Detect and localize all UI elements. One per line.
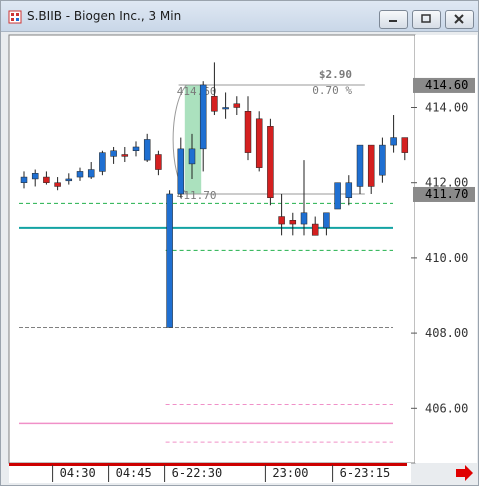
candle-down[interactable] [367, 144, 375, 187]
candle-down[interactable] [267, 126, 274, 198]
candle-up[interactable] [99, 152, 106, 172]
candle-down[interactable] [244, 111, 252, 153]
candle-down[interactable] [155, 154, 162, 170]
candle-down[interactable] [278, 216, 285, 225]
current-price-label: 414.60 [425, 78, 468, 92]
time-tick-label: 04:30 [60, 466, 96, 480]
candle-down[interactable] [289, 220, 297, 225]
candle-up[interactable] [345, 182, 353, 198]
candle-up[interactable] [20, 176, 28, 183]
candle-down[interactable] [43, 176, 50, 183]
price-axis-panel [415, 35, 477, 463]
candle-up[interactable] [31, 173, 39, 180]
candle-down[interactable] [121, 154, 129, 157]
time-tick-label: 04:45 [116, 466, 152, 480]
candle-up[interactable] [65, 178, 73, 182]
candle-up[interactable] [143, 139, 151, 161]
candle-down[interactable] [211, 95, 218, 112]
candle-up[interactable] [222, 107, 229, 110]
candle-down[interactable] [233, 103, 241, 108]
candle-down[interactable] [401, 137, 409, 153]
candle-up[interactable] [188, 148, 196, 165]
candle-up[interactable] [323, 212, 330, 229]
candle-up[interactable] [110, 150, 117, 157]
price-chart[interactable]: 414.60411.70$2.900.70 % 414.00412.00410.… [1, 1, 478, 485]
candle-up[interactable] [166, 193, 173, 328]
time-tick-label: 6-22:30 [172, 466, 223, 480]
candle-up[interactable] [132, 146, 140, 151]
candle-up[interactable] [177, 148, 185, 195]
candle-down[interactable] [54, 182, 61, 187]
highlight-price-label: 411.70 [425, 187, 468, 201]
candle-down[interactable] [311, 223, 319, 236]
measurement-percent-label: 0.70 % [312, 84, 352, 97]
candle-up[interactable] [76, 171, 84, 178]
measurement-change-label: $2.90 [319, 68, 352, 81]
candle-up[interactable] [379, 144, 386, 176]
candle-up[interactable] [87, 169, 95, 178]
price-tick-label: 414.00 [425, 101, 468, 115]
price-tick-label: 406.00 [425, 401, 468, 415]
chart-window: S.BIIB - Biogen Inc., 3 Min 414.60 411.70… [0, 0, 479, 486]
candle-up[interactable] [356, 144, 364, 187]
candle-down[interactable] [255, 118, 263, 168]
time-tick-label: 6-23:15 [340, 466, 391, 480]
candle-up[interactable] [334, 182, 341, 210]
measurement-high-label: 414.60 [177, 85, 217, 98]
candle-up[interactable] [199, 84, 207, 150]
candle-up[interactable] [390, 137, 397, 146]
measurement-highlight [184, 84, 202, 194]
scroll-right-arrow-icon[interactable] [456, 465, 473, 481]
time-tick-label: 23:00 [272, 466, 308, 480]
candle-up[interactable] [300, 212, 308, 225]
price-tick-label: 408.00 [425, 326, 468, 340]
price-tick-label: 410.00 [425, 251, 468, 265]
